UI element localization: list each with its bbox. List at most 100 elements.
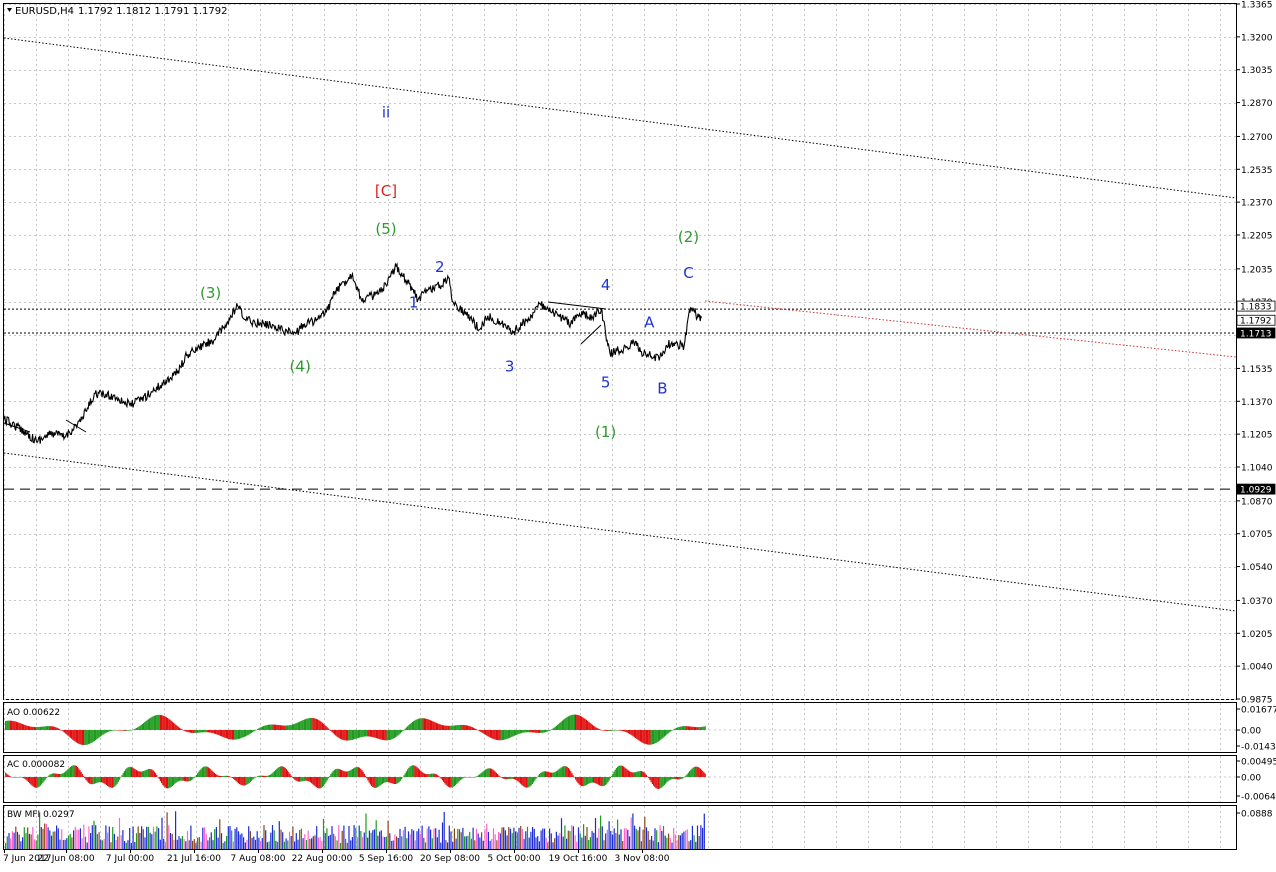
mfi-bar <box>703 813 705 849</box>
mfi-bar <box>139 832 141 849</box>
histogram-bar <box>287 770 289 777</box>
mfi-bar <box>248 826 250 849</box>
wave-label[interactable]: B <box>657 379 667 397</box>
wave-label[interactable]: 1 <box>409 294 419 312</box>
histogram-bar <box>632 730 634 737</box>
wave-label[interactable]: 4 <box>601 276 611 294</box>
histogram-bar <box>546 771 548 777</box>
histogram-bar <box>209 768 211 777</box>
mt4-chart-window[interactable]: ii [C] (5) (3) (4) 1 2 3 4 5 (1) A B C (2) 1.3365 1.320… <box>0 0 1276 868</box>
histogram-bar <box>267 724 269 730</box>
mfi-bar <box>520 825 522 849</box>
y-tick-label: 1.0205 <box>1241 630 1273 640</box>
histogram-bar <box>105 730 107 733</box>
histogram-bar <box>324 724 326 730</box>
histogram-bar <box>375 730 377 739</box>
wave-label[interactable]: C <box>683 264 693 282</box>
histogram-bar <box>18 722 20 730</box>
histogram-bar <box>347 771 349 777</box>
histogram-bar <box>599 729 601 730</box>
mfi-bar <box>423 837 425 849</box>
histogram-bar <box>545 730 547 733</box>
mfi-bar <box>501 827 503 849</box>
wave-label[interactable]: (3) <box>200 284 221 302</box>
histogram-bar <box>36 727 38 730</box>
mfi-bar <box>450 831 452 849</box>
histogram-bar <box>661 777 663 788</box>
mfi-bar <box>526 826 529 849</box>
mfi-bar <box>156 826 158 849</box>
histogram-bar <box>71 766 73 777</box>
mfi-bar <box>226 836 228 849</box>
histogram-bar <box>146 720 148 730</box>
mfi-bar <box>297 839 299 849</box>
wave-label[interactable]: (5) <box>375 220 396 238</box>
histogram-bar <box>143 723 145 730</box>
histogram-bar <box>432 773 434 777</box>
histogram-bar <box>407 769 409 777</box>
histogram-bar <box>649 777 651 781</box>
mfi-bar <box>657 842 659 849</box>
chart-canvas[interactable]: ii[C](5)(3)(4)12345(1)ABC(2) 1.33651.320… <box>0 0 1276 868</box>
histogram-bar <box>295 723 297 730</box>
wave-label[interactable]: ii <box>382 104 390 122</box>
histogram-bar <box>494 771 496 777</box>
wave-label[interactable]: 3 <box>505 357 515 375</box>
histogram-bar <box>307 718 309 730</box>
histogram-bar <box>66 730 68 735</box>
histogram-bar <box>677 777 679 780</box>
histogram-bar <box>291 777 293 778</box>
mfi-bar <box>224 841 226 849</box>
mfi-bar <box>149 832 151 849</box>
histogram-bar <box>588 721 590 730</box>
mfi-bar <box>465 836 467 849</box>
histogram-bar <box>169 719 171 730</box>
wave-label[interactable]: (2) <box>678 228 699 246</box>
histogram-bar <box>297 777 299 782</box>
mfi-bar <box>79 828 81 849</box>
wave-label[interactable]: 2 <box>435 258 445 276</box>
histogram-bar <box>529 777 531 787</box>
wave-label[interactable]: [C] <box>375 182 397 200</box>
mfi-bar <box>334 836 336 849</box>
histogram-bar <box>319 720 321 730</box>
mfi-bar <box>622 841 624 849</box>
mfi-bar <box>311 838 313 849</box>
histogram-bar <box>225 730 227 739</box>
histogram-bar <box>291 724 293 730</box>
mfi-bar <box>375 820 377 849</box>
histogram-bar <box>48 726 50 730</box>
mfi-bar <box>538 841 540 849</box>
histogram-bar <box>113 777 115 788</box>
mfi-bar <box>370 832 372 849</box>
histogram-bar <box>685 775 687 777</box>
histogram-bar <box>122 773 124 777</box>
wave-label[interactable]: (4) <box>290 357 311 375</box>
wave-label[interactable]: (1) <box>595 423 616 441</box>
histogram-bar <box>15 721 17 730</box>
histogram-bar <box>581 716 583 730</box>
wave-label[interactable]: A <box>644 314 655 332</box>
x-tick-label: 19 Oct 16:00 <box>549 854 608 864</box>
histogram-bar <box>59 729 61 730</box>
histogram-bar <box>74 730 76 742</box>
histogram-bar <box>507 777 509 780</box>
wave-label[interactable]: 5 <box>601 373 611 391</box>
histogram-bar <box>189 730 191 733</box>
histogram-bar <box>391 730 393 740</box>
histogram-bar <box>81 774 83 777</box>
histogram-bar <box>135 770 137 777</box>
histogram-bar <box>145 769 147 777</box>
mfi-bar <box>168 825 170 849</box>
histogram-bar <box>647 730 649 745</box>
histogram-bar <box>242 777 244 786</box>
histogram-bar <box>426 718 428 730</box>
histogram-bar <box>366 730 368 737</box>
histogram-bar <box>451 777 453 788</box>
histogram-bar <box>327 777 329 779</box>
mfi-bar <box>569 830 571 849</box>
histogram-bar <box>62 730 64 732</box>
mfi-bar <box>336 840 338 849</box>
histogram-bar <box>455 777 457 786</box>
mfi-bar <box>397 837 399 849</box>
